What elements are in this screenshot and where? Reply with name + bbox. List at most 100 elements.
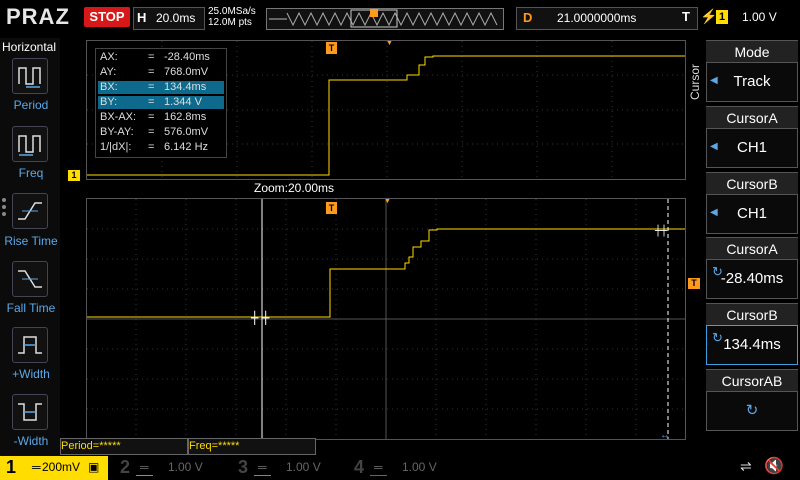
ch4-scale: 1.00 V	[402, 460, 437, 474]
freq-button[interactable]	[12, 126, 48, 162]
rise-time-button[interactable]	[12, 193, 48, 229]
delay-display[interactable]: D 21.0000000ms	[516, 7, 698, 30]
ch4-number: 4	[354, 457, 365, 477]
menu-cursor-a-source-title: CursorA	[706, 106, 798, 129]
rise-time-icon	[18, 202, 42, 220]
rotary-knob-icon: ↻	[745, 402, 759, 419]
menu-cursor-a-source-value[interactable]: CH1	[706, 128, 798, 168]
cursor-a-crosshair: ┼ ┼	[250, 310, 270, 325]
period-label: Period	[13, 98, 49, 112]
sound-muted-icon[interactable]: 🔇	[764, 456, 784, 476]
fall-time-icon	[18, 270, 42, 288]
brand-logo: PRAZ	[6, 4, 70, 29]
menu-cursor-a-position[interactable]: CursorA -28.40ms ↻	[706, 237, 798, 299]
ch3-status[interactable]: 3 ═ 1.00 V	[232, 456, 340, 480]
ch3-coupling-icon: ═	[254, 459, 271, 476]
cursor-b-handle-icon[interactable]: ↔	[660, 430, 670, 441]
zoom-waveform-display[interactable]: ┼ ┼ ┼┼ ▼	[86, 195, 686, 440]
rotary-knob-icon: ↻	[712, 330, 723, 345]
zoom-label: Zoom:20.00ms	[254, 181, 335, 195]
sample-rate: 25.0MSa/s	[208, 6, 256, 17]
ch1-ground-marker-main: 1	[68, 170, 80, 181]
negative-width-icon	[18, 403, 42, 421]
usb-icon: ⇌	[740, 458, 752, 474]
cursor-ax-row: AX: = -28.40ms	[100, 51, 210, 63]
trigger-position-marker-zoom: T	[326, 202, 337, 214]
ch3-scale: 1.00 V	[286, 460, 321, 474]
trigger-position-icon	[370, 9, 378, 17]
trigger-channel: 1	[716, 10, 728, 24]
menu-cursor-b-position-title: CursorB	[706, 303, 798, 326]
timebase-value: 20.0ms	[156, 11, 196, 25]
memory-overview-waveform	[269, 9, 498, 28]
menu-cursor-ab-title: CursorAB	[706, 369, 798, 392]
ch1-status[interactable]: 1 ═ 200mV ▣	[0, 456, 108, 480]
trigger-position-marker-main: T	[326, 42, 337, 54]
trigger-level-marker: T	[688, 278, 700, 289]
timebase-display[interactable]: H 20.0ms	[133, 7, 205, 30]
delay-label: D	[523, 10, 533, 25]
menu-mode-title: Mode	[706, 40, 798, 63]
menu-mode[interactable]: Mode Track ◀	[706, 40, 798, 102]
menu-cursor-a-source[interactable]: CursorA CH1 ◀	[706, 106, 798, 168]
panel-title: Horizontal	[2, 40, 57, 54]
trigger-level: 1.00 V	[742, 10, 777, 24]
memory-overview-bar[interactable]	[266, 8, 504, 30]
triangle-left-icon: ◀	[710, 75, 718, 86]
cursor-dx-row: BX-AX: = 162.8ms	[100, 111, 207, 123]
view-window-marker: ▼	[385, 41, 394, 47]
ch2-number: 2	[120, 457, 131, 477]
cursor-bx-row: BX: = 134.4ms	[98, 81, 224, 94]
ch2-coupling-icon: ═	[136, 459, 153, 476]
rotary-knob-icon: ↻	[712, 264, 723, 279]
cursor-ay-row: AY: = 768.0mV	[100, 66, 209, 78]
menu-cursor-b-position[interactable]: CursorB 134.4ms ↻	[706, 303, 798, 365]
page-indicator	[2, 195, 6, 219]
rise-time-label: Rise Time	[4, 234, 58, 248]
cursor-by-row: BY: = 1.344 V	[98, 96, 224, 109]
menu-cursor-b-source[interactable]: CursorB CH1 ◀	[706, 172, 798, 234]
acquisition-info: 25.0MSa/s 12.0M pts	[208, 6, 256, 28]
triangle-left-icon: ◀	[710, 207, 718, 218]
fall-time-button[interactable]	[12, 261, 48, 297]
ch4-status[interactable]: 4 ═ 1.00 V	[348, 456, 456, 480]
ch2-scale: 1.00 V	[168, 460, 203, 474]
freq-label: Freq	[18, 166, 44, 180]
menu-cursor-b-source-title: CursorB	[706, 172, 798, 195]
positive-width-button[interactable]	[12, 327, 48, 363]
triangle-left-icon: ◀	[710, 141, 718, 152]
ch2-status[interactable]: 2 ═ 1.00 V	[114, 456, 222, 480]
rising-edge-icon: ⚡	[700, 8, 718, 24]
ch3-number: 3	[238, 457, 249, 477]
menu-cursor-a-position-title: CursorA	[706, 237, 798, 260]
negative-width-label: -Width	[13, 434, 49, 448]
ch1-scale: 200mV	[42, 460, 81, 474]
run-stop-button[interactable]: STOP	[84, 7, 130, 27]
period-button[interactable]	[12, 58, 48, 94]
freq-measurement[interactable]: Freq=*****	[188, 438, 316, 455]
cursor-b-crosshair: ┼┼	[654, 224, 668, 237]
menu-cursor-b-source-value[interactable]: CH1	[706, 194, 798, 234]
cursor-freq-row: 1/|dX|: = 6.142 Hz	[100, 141, 209, 153]
zoom-waveform-grid: ┼ ┼ ┼┼ ▼	[87, 195, 685, 439]
negative-width-button[interactable]	[12, 394, 48, 430]
fall-time-label: Fall Time	[6, 301, 56, 315]
trigger-display[interactable]: T ⚡ 1 1.00 V	[680, 7, 796, 28]
cursor-readout-table: AX: = -28.40ms AY: = 768.0mV BX: = 134.4ms BY:…	[95, 48, 227, 158]
period-icon	[18, 67, 41, 88]
ch1-number: 1	[6, 457, 17, 477]
menu-side-title: Cursor	[688, 63, 702, 100]
menu-cursor-ab[interactable]: CursorAB ↻	[706, 369, 798, 431]
delay-value: 21.0000000ms	[557, 11, 637, 25]
view-window-marker-zoom: ▼	[383, 199, 392, 205]
cursor-dy-row: BY-AY: = 576.0mV	[100, 126, 209, 138]
frequency-icon	[18, 135, 41, 156]
menu-mode-value[interactable]: Track	[706, 62, 798, 102]
memory-depth: 12.0M pts	[208, 17, 252, 28]
menu-cursor-ab-value[interactable]: ↻	[706, 391, 798, 431]
ch4-coupling-icon: ═	[370, 459, 387, 476]
ch1-bandwidth-icon: ▣	[88, 460, 100, 474]
trigger-label: T	[682, 9, 690, 24]
period-measurement[interactable]: Period=*****	[60, 438, 188, 455]
positive-width-icon	[18, 336, 42, 354]
